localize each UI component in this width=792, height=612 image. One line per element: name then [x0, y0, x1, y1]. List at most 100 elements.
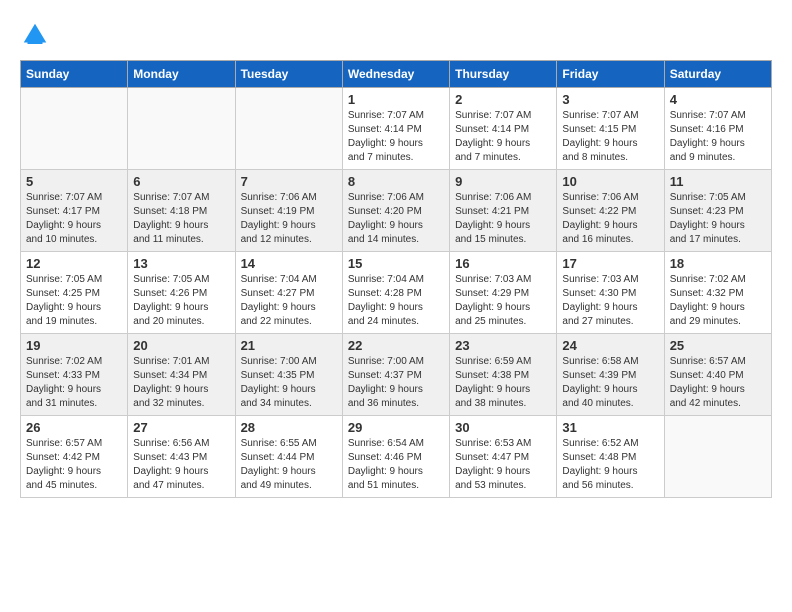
calendar-cell: 20Sunrise: 7:01 AM Sunset: 4:34 PM Dayli… [128, 334, 235, 416]
day-number: 22 [348, 338, 444, 353]
day-number: 9 [455, 174, 551, 189]
calendar-cell: 31 Sunrise: 6:52 AM Sunset: 4:48 PM Dayli… [557, 416, 664, 498]
day-number: 18 [670, 256, 766, 271]
day-info: Sunrise: 6:52 AM Sunset: 4:48 PM Dayligh… [562, 437, 658, 493]
day-info: Sunrise: 7:03 AM Sunset: 4:30 PM Dayligh… [562, 273, 658, 329]
calendar-cell: 28 Sunrise: 6:55 AM Sunset: 4:44 PM Dayli… [235, 416, 342, 498]
day-info: Sunrise: 7:05 AM Sunset: 4:26 PM Dayligh… [133, 273, 229, 329]
calendar-cell: 27Sunrise: 6:56 AM Sunset: 4:43 PM Dayli… [128, 416, 235, 498]
day-info: Sunrise: 6:53 AM Sunset: 4:47 PM Dayligh… [455, 437, 551, 493]
calendar-cell: 13 Sunrise: 7:05 AM Sunset: 4:26 PM Dayli… [128, 252, 235, 334]
calendar-cell: 16Sunrise: 7:03 AM Sunset: 4:29 PM Dayli… [450, 252, 557, 334]
day-info: Sunrise: 7:07 AM Sunset: 4:17 PM Dayligh… [26, 191, 122, 247]
day-number: 20 [133, 338, 229, 353]
day-info: Sunrise: 7:03 AM Sunset: 4:29 PM Dayligh… [455, 273, 551, 329]
day-info: Sunrise: 7:06 AM Sunset: 4:22 PM Dayligh… [562, 191, 658, 247]
calendar-cell: 6Sunrise: 7:07 AM Sunset: 4:18 PM Daylig… [128, 170, 235, 252]
calendar-week-row: 12Sunrise: 7:05 AM Sunset: 4:25 PM Dayli… [21, 252, 772, 334]
calendar-cell: 25 Sunrise: 6:57 AM Sunset: 4:40 PM Dayli… [664, 334, 771, 416]
weekday-header-friday: Friday [557, 61, 664, 88]
calendar-cell: 14 Sunrise: 7:04 AM Sunset: 4:27 PM Dayli… [235, 252, 342, 334]
page-header [20, 20, 772, 50]
day-info: Sunrise: 7:02 AM Sunset: 4:32 PM Dayligh… [670, 273, 766, 329]
calendar-cell: 7 Sunrise: 7:06 AM Sunset: 4:19 PM Daylig… [235, 170, 342, 252]
calendar-week-row: 19 Sunrise: 7:02 AM Sunset: 4:33 PM Dayli… [21, 334, 772, 416]
day-number: 23 [455, 338, 551, 353]
day-number: 1 [348, 92, 444, 107]
weekday-header-monday: Monday [128, 61, 235, 88]
day-info: Sunrise: 7:06 AM Sunset: 4:19 PM Dayligh… [241, 191, 337, 247]
day-info: Sunrise: 7:06 AM Sunset: 4:20 PM Dayligh… [348, 191, 444, 247]
day-info: Sunrise: 7:00 AM Sunset: 4:37 PM Dayligh… [348, 355, 444, 411]
day-info: Sunrise: 7:02 AM Sunset: 4:33 PM Dayligh… [26, 355, 122, 411]
weekday-header-saturday: Saturday [664, 61, 771, 88]
day-number: 31 [562, 420, 658, 435]
day-info: Sunrise: 7:07 AM Sunset: 4:14 PM Dayligh… [455, 109, 551, 165]
day-info: Sunrise: 7:05 AM Sunset: 4:23 PM Dayligh… [670, 191, 766, 247]
calendar-cell: 8 Sunrise: 7:06 AM Sunset: 4:20 PM Daylig… [342, 170, 449, 252]
day-number: 2 [455, 92, 551, 107]
day-info: Sunrise: 6:55 AM Sunset: 4:44 PM Dayligh… [241, 437, 337, 493]
calendar-cell [235, 88, 342, 170]
calendar-cell: 26 Sunrise: 6:57 AM Sunset: 4:42 PM Dayli… [21, 416, 128, 498]
day-number: 13 [133, 256, 229, 271]
day-number: 7 [241, 174, 337, 189]
calendar-cell: 10Sunrise: 7:06 AM Sunset: 4:22 PM Dayli… [557, 170, 664, 252]
day-number: 19 [26, 338, 122, 353]
calendar-cell [128, 88, 235, 170]
calendar-cell: 2 Sunrise: 7:07 AM Sunset: 4:14 PM Daylig… [450, 88, 557, 170]
logo [20, 20, 54, 50]
calendar-cell: 18 Sunrise: 7:02 AM Sunset: 4:32 PM Dayli… [664, 252, 771, 334]
day-number: 5 [26, 174, 122, 189]
calendar-cell [664, 416, 771, 498]
day-number: 28 [241, 420, 337, 435]
day-info: Sunrise: 7:04 AM Sunset: 4:27 PM Dayligh… [241, 273, 337, 329]
calendar-week-row: 1 Sunrise: 7:07 AM Sunset: 4:14 PM Daylig… [21, 88, 772, 170]
day-number: 14 [241, 256, 337, 271]
day-number: 12 [26, 256, 122, 271]
day-info: Sunrise: 6:59 AM Sunset: 4:38 PM Dayligh… [455, 355, 551, 411]
weekday-header-thursday: Thursday [450, 61, 557, 88]
day-number: 8 [348, 174, 444, 189]
calendar-cell: 9 Sunrise: 7:06 AM Sunset: 4:21 PM Daylig… [450, 170, 557, 252]
day-info: Sunrise: 6:57 AM Sunset: 4:40 PM Dayligh… [670, 355, 766, 411]
day-number: 15 [348, 256, 444, 271]
calendar-cell: 19 Sunrise: 7:02 AM Sunset: 4:33 PM Dayli… [21, 334, 128, 416]
calendar-cell: 22 Sunrise: 7:00 AM Sunset: 4:37 PM Dayli… [342, 334, 449, 416]
day-info: Sunrise: 7:07 AM Sunset: 4:14 PM Dayligh… [348, 109, 444, 165]
day-info: Sunrise: 6:57 AM Sunset: 4:42 PM Dayligh… [26, 437, 122, 493]
logo-icon [20, 20, 50, 50]
day-number: 21 [241, 338, 337, 353]
calendar-cell: 21 Sunrise: 7:00 AM Sunset: 4:35 PM Dayli… [235, 334, 342, 416]
day-number: 11 [670, 174, 766, 189]
day-number: 30 [455, 420, 551, 435]
calendar-cell: 15 Sunrise: 7:04 AM Sunset: 4:28 PM Dayli… [342, 252, 449, 334]
day-info: Sunrise: 6:58 AM Sunset: 4:39 PM Dayligh… [562, 355, 658, 411]
day-info: Sunrise: 7:04 AM Sunset: 4:28 PM Dayligh… [348, 273, 444, 329]
day-number: 29 [348, 420, 444, 435]
weekday-header-wednesday: Wednesday [342, 61, 449, 88]
day-number: 26 [26, 420, 122, 435]
day-info: Sunrise: 7:07 AM Sunset: 4:16 PM Dayligh… [670, 109, 766, 165]
calendar-cell: 4 Sunrise: 7:07 AM Sunset: 4:16 PM Daylig… [664, 88, 771, 170]
day-info: Sunrise: 7:00 AM Sunset: 4:35 PM Dayligh… [241, 355, 337, 411]
calendar-cell: 11 Sunrise: 7:05 AM Sunset: 4:23 PM Dayli… [664, 170, 771, 252]
calendar-week-row: 26 Sunrise: 6:57 AM Sunset: 4:42 PM Dayli… [21, 416, 772, 498]
day-number: 4 [670, 92, 766, 107]
day-number: 25 [670, 338, 766, 353]
calendar-cell: 29Sunrise: 6:54 AM Sunset: 4:46 PM Dayli… [342, 416, 449, 498]
weekday-header-tuesday: Tuesday [235, 61, 342, 88]
day-number: 17 [562, 256, 658, 271]
weekday-header-sunday: Sunday [21, 61, 128, 88]
calendar-header: SundayMondayTuesdayWednesdayThursdayFrid… [21, 61, 772, 88]
calendar-body: 1 Sunrise: 7:07 AM Sunset: 4:14 PM Daylig… [21, 88, 772, 498]
calendar-cell: 1 Sunrise: 7:07 AM Sunset: 4:14 PM Daylig… [342, 88, 449, 170]
day-number: 24 [562, 338, 658, 353]
calendar-cell: 3Sunrise: 7:07 AM Sunset: 4:15 PM Daylig… [557, 88, 664, 170]
day-number: 27 [133, 420, 229, 435]
calendar-cell: 5 Sunrise: 7:07 AM Sunset: 4:17 PM Daylig… [21, 170, 128, 252]
day-number: 6 [133, 174, 229, 189]
calendar-cell: 12Sunrise: 7:05 AM Sunset: 4:25 PM Dayli… [21, 252, 128, 334]
calendar-cell: 30 Sunrise: 6:53 AM Sunset: 4:47 PM Dayli… [450, 416, 557, 498]
day-info: Sunrise: 7:06 AM Sunset: 4:21 PM Dayligh… [455, 191, 551, 247]
